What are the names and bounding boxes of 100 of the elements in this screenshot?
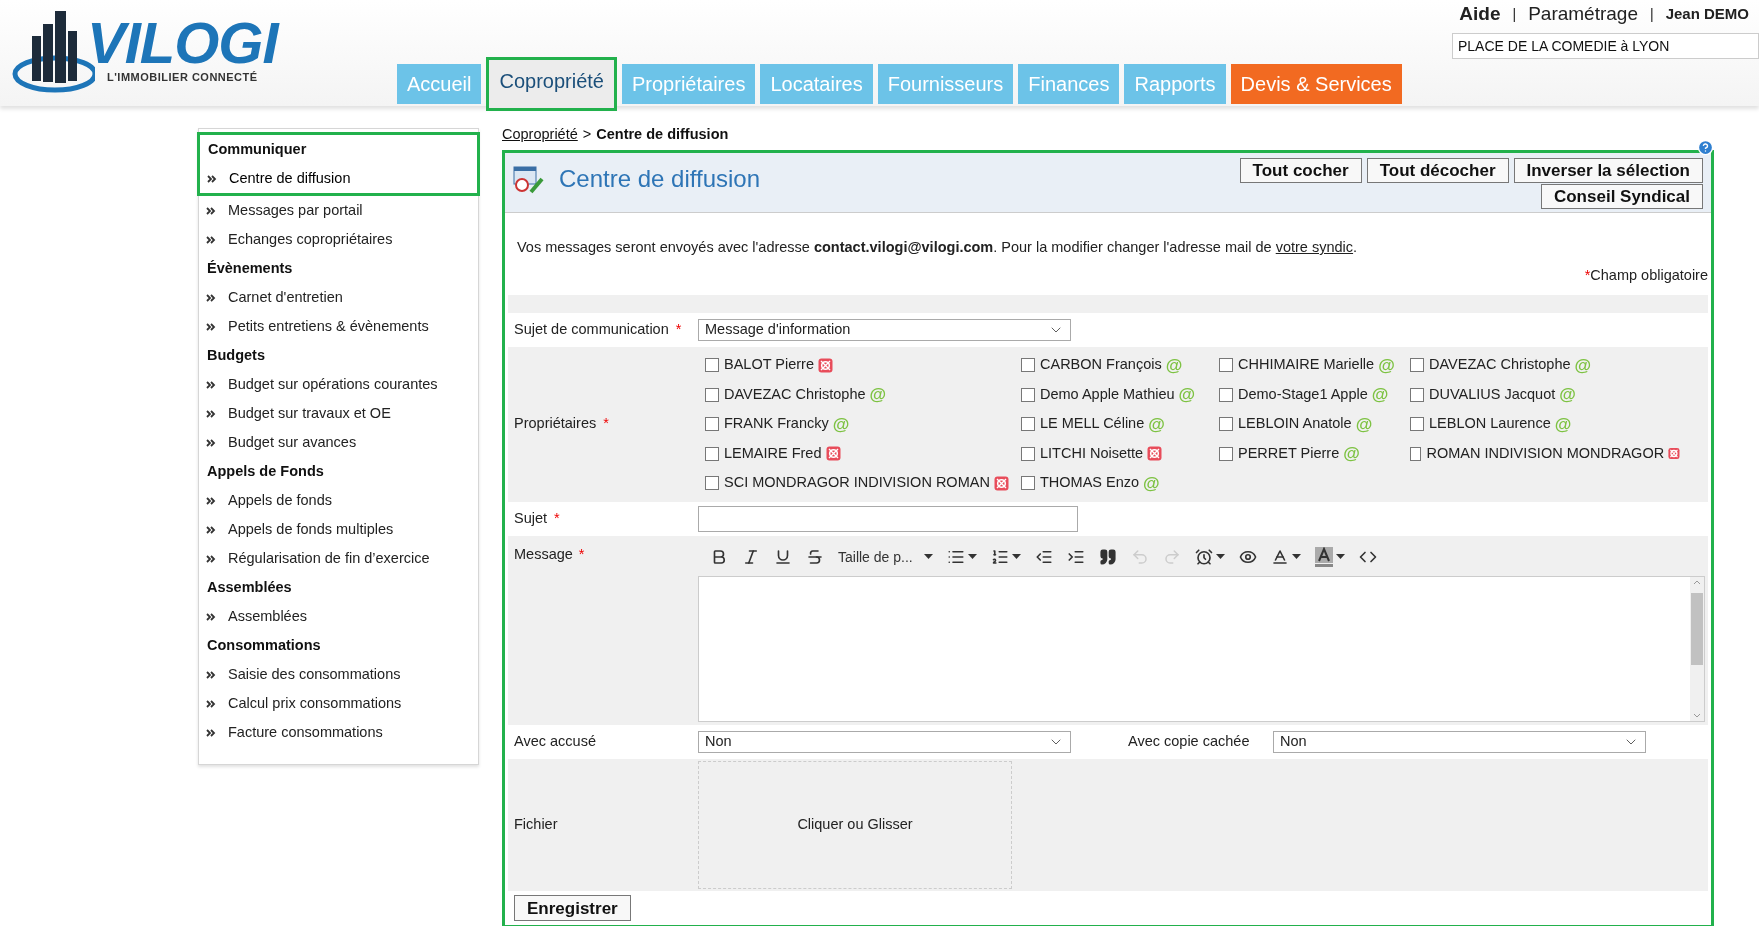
checkbox[interactable] <box>1219 446 1233 461</box>
sidebar-heading: Budgets <box>207 345 265 365</box>
sidebar-link[interactable]: Régularisation de fin d’exercice <box>228 547 430 570</box>
owner-name: Demo-Stage1 Apple <box>1238 384 1368 404</box>
header-link[interactable]: Aide <box>1459 0 1501 29</box>
sidebar-link[interactable]: Appels de fonds <box>228 489 332 512</box>
sidebar-heading: Appels de Fonds <box>207 461 324 481</box>
sidebar-link[interactable]: Echanges copropriétaires <box>228 228 393 251</box>
link-separator: | <box>1650 4 1654 24</box>
sidebar-link[interactable]: Saisie des consommations <box>228 663 401 686</box>
double-chevron-icon <box>206 206 216 215</box>
email-at-icon: @ <box>1371 386 1389 404</box>
subject-type-select[interactable]: Message d'information <box>698 318 1071 341</box>
sidebar-link[interactable]: Budget sur travaux et OE <box>228 402 391 425</box>
checkbox[interactable] <box>1410 358 1424 373</box>
checkbox[interactable] <box>1219 387 1233 402</box>
double-chevron-icon <box>206 438 216 447</box>
header-link[interactable]: Paramétrage <box>1528 0 1638 29</box>
checkbox[interactable] <box>1021 358 1035 373</box>
save-button[interactable]: Enregistrer <box>514 895 631 921</box>
logo-tagline: L'IMMOBILIER CONNECTÉ <box>106 69 259 85</box>
scroll-down-icon[interactable] <box>1693 713 1701 719</box>
required-mark: * <box>603 414 609 434</box>
checkbox[interactable] <box>1410 446 1422 461</box>
eye-icon[interactable] <box>1238 548 1257 566</box>
checkbox[interactable] <box>1021 476 1035 491</box>
caret-icon[interactable] <box>1011 554 1021 560</box>
required-note: *Champ obligatoire <box>1584 265 1708 285</box>
checkbox[interactable] <box>1410 387 1424 402</box>
sidebar-heading: Assemblées <box>207 577 292 597</box>
double-chevron-icon <box>206 670 216 679</box>
indent-icon[interactable] <box>1066 548 1085 566</box>
checkbox[interactable] <box>705 476 719 491</box>
highlight-color-icon[interactable] <box>1314 547 1333 567</box>
required-mark: * <box>554 509 560 529</box>
caret-icon[interactable] <box>1215 554 1225 560</box>
action-button[interactable]: Tout décocher <box>1366 158 1509 183</box>
address-field[interactable]: PLACE DE LA COMEDIE à LYON <box>1452 32 1759 59</box>
caret-icon[interactable] <box>967 554 977 560</box>
email-at-icon: @ <box>1178 386 1196 404</box>
sidebar-link[interactable]: Messages par portail <box>228 199 363 222</box>
caret-icon[interactable] <box>923 554 933 560</box>
email-at-icon: @ <box>1148 415 1165 433</box>
receipt-select[interactable]: Non <box>698 731 1071 753</box>
double-chevron-icon <box>206 380 216 389</box>
email-at-icon: @ <box>1355 415 1373 433</box>
sidebar-link[interactable]: Budget sur avances <box>228 431 357 454</box>
sidebar-link[interactable]: Centre de diffusion <box>229 167 351 190</box>
checkbox[interactable] <box>1021 387 1035 402</box>
help-icon[interactable] <box>1697 139 1714 156</box>
scrollbar[interactable] <box>1690 577 1704 721</box>
sidebar-link[interactable]: Petits entretiens & évènements <box>228 315 429 338</box>
action-button[interactable]: Conseil Syndical <box>1540 184 1703 209</box>
checkbox[interactable] <box>705 387 719 402</box>
caret-icon[interactable] <box>1291 554 1301 560</box>
sidebar-link[interactable]: Facture consommations <box>228 721 383 744</box>
text-color-icon[interactable] <box>1270 548 1289 566</box>
sidebar-link[interactable]: Budget sur opérations courantes <box>228 373 438 396</box>
sidebar-link[interactable]: Assemblées <box>228 605 307 628</box>
breadcrumb-link[interactable]: Copropriété <box>502 124 578 146</box>
user-name-link[interactable]: Jean DEMO <box>1665 3 1749 26</box>
numbered-list-icon[interactable] <box>990 548 1009 566</box>
checkbox[interactable] <box>705 358 719 373</box>
email-at-icon: @ <box>1559 386 1576 404</box>
alarm-clock-icon[interactable] <box>1194 548 1213 566</box>
underline-icon[interactable] <box>774 548 792 566</box>
checkbox[interactable] <box>1021 417 1035 432</box>
checkbox[interactable] <box>1021 446 1035 461</box>
email-at-icon: @ <box>1554 415 1572 433</box>
owner-name: LEMAIRE Fred <box>724 443 822 463</box>
file-dropzone[interactable]: Cliquer ou Glisser <box>698 761 1012 889</box>
action-button[interactable]: Tout cocher <box>1239 158 1362 183</box>
outdent-icon[interactable] <box>1034 548 1053 566</box>
sidebar-link[interactable]: Carnet d'entretien <box>228 286 343 309</box>
owner-name: LE MELL Céline <box>1040 414 1145 434</box>
sidebar-link[interactable]: Calcul prix consommations <box>228 692 402 715</box>
bcc-select[interactable]: Non <box>1273 731 1646 753</box>
checkbox[interactable] <box>1219 417 1233 432</box>
italic-icon[interactable] <box>742 548 760 566</box>
action-button[interactable]: Inverser la sélection <box>1513 158 1703 183</box>
checkbox[interactable] <box>705 417 719 432</box>
scroll-up-icon[interactable] <box>1693 579 1701 585</box>
quote-icon[interactable] <box>1098 548 1117 566</box>
caret-icon[interactable] <box>1335 554 1345 560</box>
nav-tab[interactable]: Copropriété <box>486 56 617 111</box>
font-size-dropdown[interactable]: Taille de p... <box>838 546 913 568</box>
strikethrough-icon[interactable] <box>806 548 824 566</box>
checkbox[interactable] <box>705 446 719 461</box>
sidebar-link[interactable]: Appels de fonds multiples <box>228 518 394 541</box>
owner-name: ROMAN INDIVISION MONDRAGOR <box>1426 443 1665 463</box>
panel-title: Centre de diffusion <box>559 164 761 194</box>
bullet-list-icon[interactable] <box>946 548 965 566</box>
owner-name: CHHIMAIRE Marielle <box>1238 355 1375 375</box>
email-at-icon: @ <box>1574 356 1592 374</box>
email-at-icon: @ <box>869 386 887 404</box>
subject-field[interactable] <box>698 506 1078 532</box>
no-email-icon <box>993 475 1009 491</box>
no-email-icon <box>1668 446 1680 462</box>
checkbox[interactable] <box>1219 358 1233 373</box>
checkbox[interactable] <box>1410 417 1424 432</box>
